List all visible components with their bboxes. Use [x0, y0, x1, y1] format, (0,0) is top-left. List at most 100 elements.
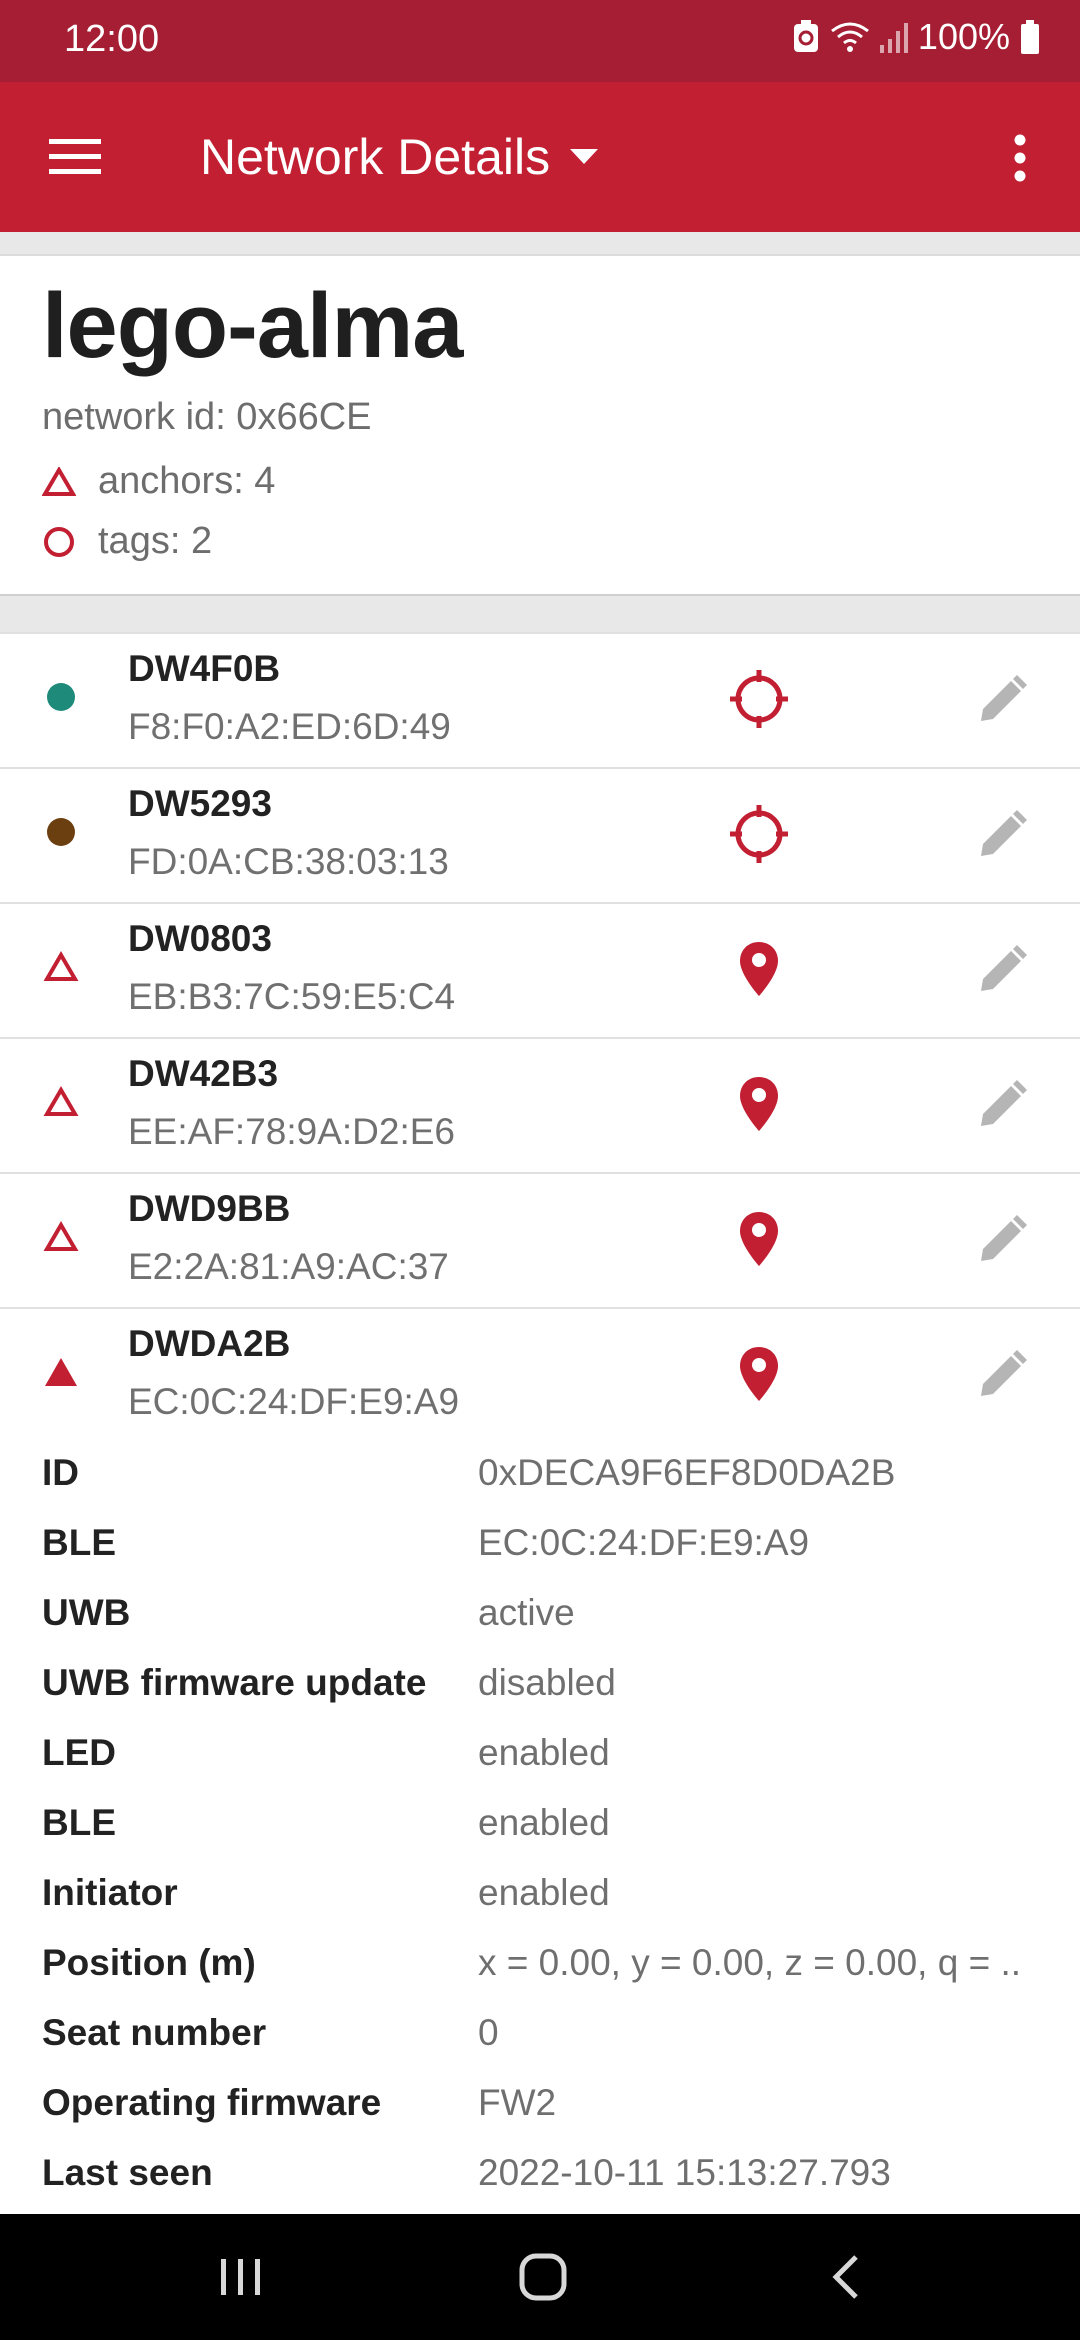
location-pin-icon[interactable]: [724, 1204, 794, 1274]
tags-count-label: tags: 2: [98, 520, 213, 562]
app-bar: Network Details: [0, 82, 1080, 232]
detail-label: BLE: [42, 1522, 116, 1563]
tag-status-dot-icon: [42, 813, 80, 851]
device-row[interactable]: DWDA2B EC:0C:24:DF:E9:A9: [0, 1307, 1080, 1435]
device-mac: EE:AF:78:9A:D2:E6: [128, 1111, 456, 1152]
device-row[interactable]: DW42B3 EE:AF:78:9A:D2:E6: [0, 1037, 1080, 1165]
detail-row: UWB active: [0, 1580, 1080, 1650]
device-name: DWDA2B: [128, 1323, 291, 1364]
edit-pencil-icon[interactable]: [972, 940, 1032, 1000]
location-pin-icon[interactable]: [724, 934, 794, 1004]
device-mac: E2:2A:81:A9:AC:37: [128, 1246, 449, 1287]
device-row[interactable]: DW0803 EB:B3:7C:59:E5:C4: [0, 902, 1080, 1030]
device-name: DW5293: [128, 783, 272, 824]
dropdown-arrow-icon: [570, 149, 599, 164]
battery-saver-icon: [792, 20, 820, 54]
detail-value: 2022-10-11 15:13:27.793: [478, 2152, 891, 2193]
detail-row: Operating firmware FW2: [0, 2070, 1080, 2140]
detail-label: Position (m): [42, 1942, 256, 1983]
home-icon: [519, 2253, 567, 2301]
detail-row: Position (m) x = 0.00, y = 0.00, z = 0.00…: [0, 1930, 1080, 2000]
detail-value: enabled: [478, 1732, 610, 1773]
crosshair-icon[interactable]: [724, 664, 794, 734]
detail-row: Initiator enabled: [0, 1860, 1080, 1930]
detail-row: Seat number 0: [0, 2000, 1080, 2070]
anchor-triangle-icon: [42, 1218, 80, 1256]
detail-row: Last seen 2022-10-11 15:13:27.793: [0, 2140, 1080, 2210]
location-pin-icon[interactable]: [724, 1339, 794, 1409]
device-row[interactable]: DWD9BB E2:2A:81:A9:AC:37: [0, 1172, 1080, 1300]
edit-pencil-icon[interactable]: [972, 805, 1032, 865]
detail-value: FW2: [478, 2082, 557, 2123]
status-time: 12:00: [64, 18, 160, 60]
anchors-count: anchors: 4: [42, 460, 275, 503]
system-nav-bar: [0, 2214, 1080, 2340]
hamburger-menu-icon: [49, 139, 101, 174]
status-icons: 100%: [792, 16, 1040, 58]
back-button[interactable]: [810, 2244, 880, 2310]
detail-label: UWB: [42, 1592, 131, 1633]
detail-value: enabled: [478, 1802, 610, 1843]
edit-pencil-icon[interactable]: [972, 1210, 1032, 1270]
recent-apps-icon: [221, 2259, 260, 2295]
signal-icon: [879, 21, 908, 53]
more-options-button[interactable]: [990, 120, 1050, 196]
device-mac: FD:0A:CB:38:03:13: [128, 841, 449, 882]
tag-circle-icon: [44, 526, 74, 557]
device-mac: F8:F0:A2:ED:6D:49: [128, 706, 451, 747]
device-row[interactable]: DW5293 FD:0A:CB:38:03:13: [0, 767, 1080, 895]
anchor-triangle-icon: [42, 1083, 80, 1121]
recent-apps-button[interactable]: [206, 2244, 276, 2310]
detail-value: 0xDECA9F6EF8D0DA2B: [478, 1452, 896, 1493]
detail-label: Last seen: [42, 2152, 213, 2193]
location-pin-icon[interactable]: [724, 1069, 794, 1139]
anchor-initiator-triangle-icon: [42, 1353, 80, 1391]
device-mac: EC:0C:24:DF:E9:A9: [128, 1381, 460, 1422]
detail-value: active: [478, 1592, 575, 1633]
detail-label: ID: [42, 1452, 79, 1493]
detail-value: x = 0.00, y = 0.00, z = 0.00, q = ..: [478, 1942, 1022, 1983]
crosshair-icon[interactable]: [724, 799, 794, 869]
device-row[interactable]: DW4F0B F8:F0:A2:ED:6D:49: [0, 632, 1080, 760]
device-mac: EB:B3:7C:59:E5:C4: [128, 976, 456, 1017]
anchor-triangle-icon: [42, 466, 76, 496]
detail-value: 0: [478, 2012, 499, 2053]
detail-row: LED enabled: [0, 1720, 1080, 1790]
detail-value: EC:0C:24:DF:E9:A9: [478, 1522, 810, 1563]
wifi-icon: [830, 21, 870, 53]
device-name: DW42B3: [128, 1053, 279, 1094]
more-vert-icon: [1014, 134, 1026, 182]
detail-value: enabled: [478, 1872, 610, 1913]
device-name: DW4F0B: [128, 648, 281, 689]
detail-row: BLE enabled: [0, 1790, 1080, 1860]
device-name: DWD9BB: [128, 1188, 291, 1229]
battery-icon: [1020, 20, 1040, 54]
detail-row: BLE EC:0C:24:DF:E9:A9: [0, 1510, 1080, 1580]
menu-button[interactable]: [40, 122, 110, 192]
tag-status-dot-icon: [42, 678, 80, 716]
divider: [0, 232, 1080, 254]
edit-pencil-icon[interactable]: [972, 670, 1032, 730]
tags-count: tags: 2: [42, 520, 212, 563]
status-bar: 12:00 100%: [0, 0, 1080, 82]
back-icon: [832, 2255, 858, 2299]
home-button[interactable]: [508, 2244, 578, 2310]
detail-value: disabled: [478, 1662, 616, 1703]
detail-row: UWB firmware update disabled: [0, 1650, 1080, 1720]
anchor-triangle-icon: [42, 948, 80, 986]
page-title: Network Details: [200, 129, 551, 185]
detail-label: Initiator: [42, 1872, 178, 1913]
edit-pencil-icon[interactable]: [972, 1345, 1032, 1405]
network-name: lego-alma: [42, 275, 463, 377]
anchors-count-label: anchors: 4: [98, 460, 276, 502]
device-name: DW0803: [128, 918, 272, 959]
detail-label: UWB firmware update: [42, 1662, 427, 1703]
divider: [0, 596, 1080, 634]
edit-pencil-icon[interactable]: [972, 1075, 1032, 1135]
detail-label: BLE: [42, 1802, 116, 1843]
title-dropdown[interactable]: Network Details: [200, 128, 599, 186]
network-header: lego-alma network id: 0x66CE anchors: 4 …: [0, 254, 1080, 596]
detail-row: ID 0xDECA9F6EF8D0DA2B: [0, 1440, 1080, 1510]
detail-label: Operating firmware: [42, 2082, 382, 2123]
detail-label: LED: [42, 1732, 116, 1773]
